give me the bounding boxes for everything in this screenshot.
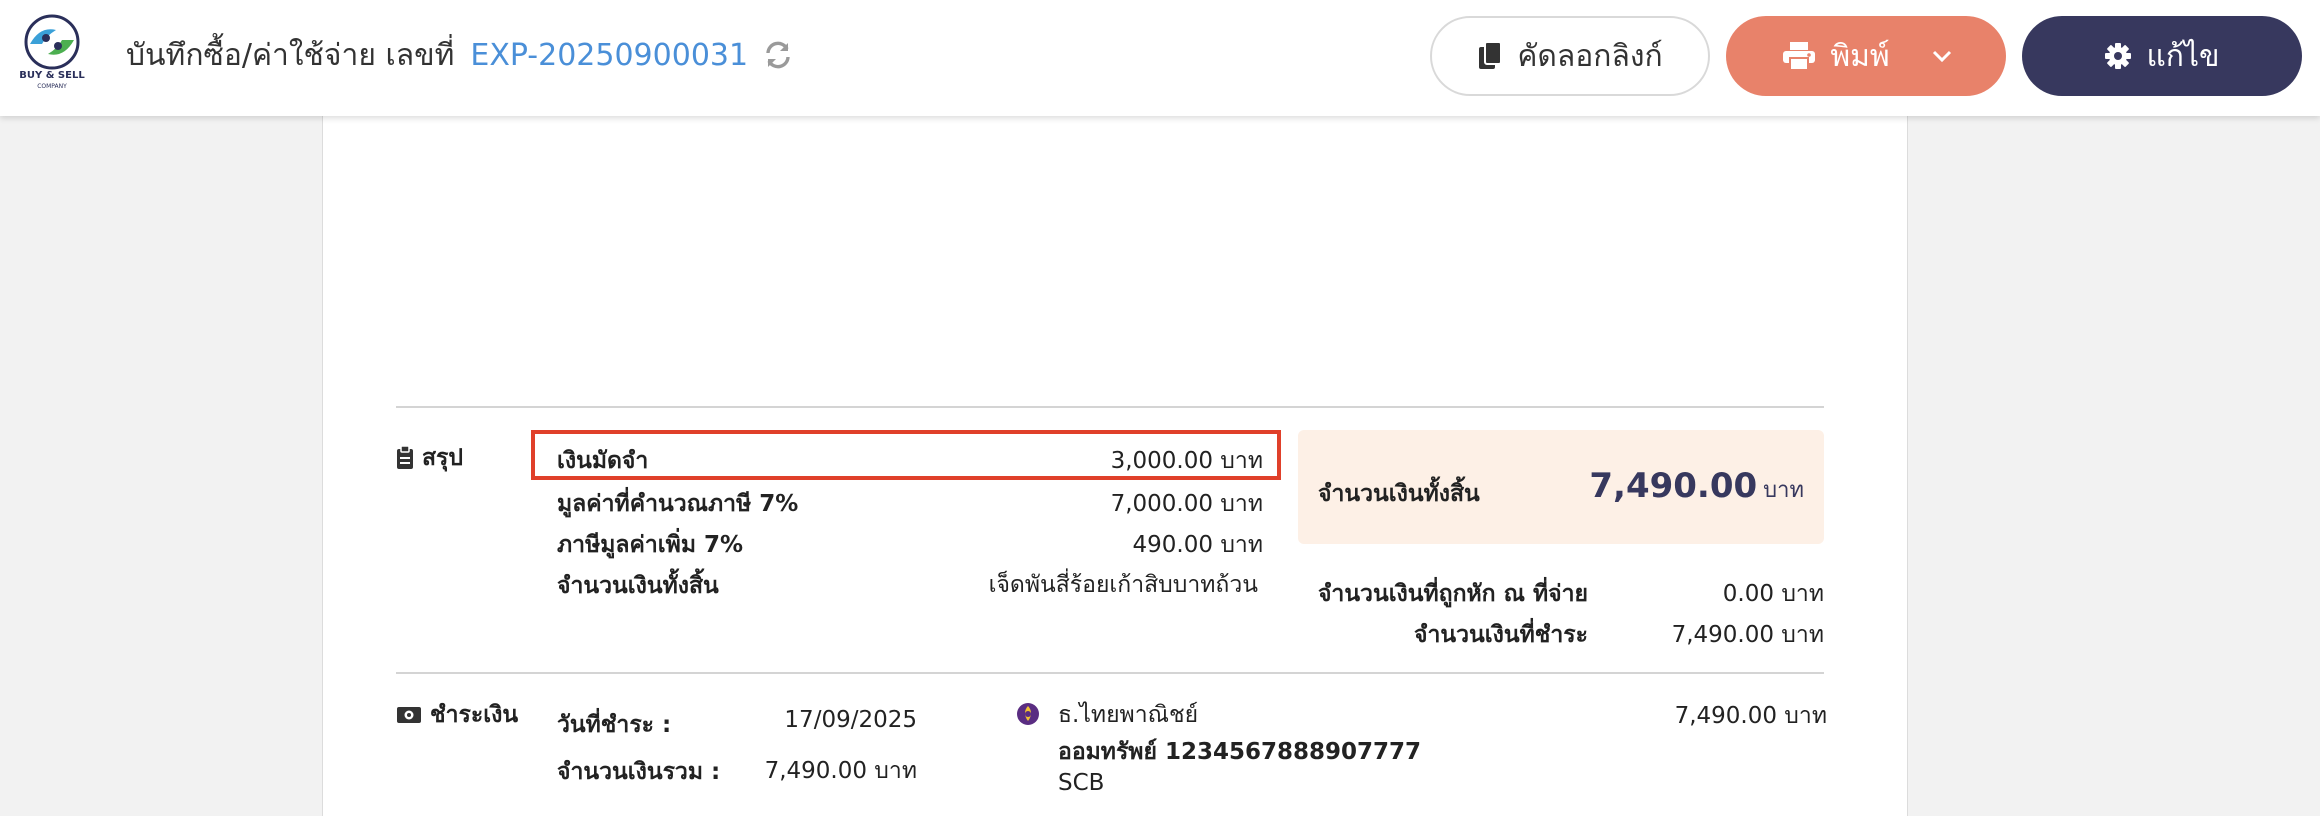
summary-section-header: สรุป <box>396 440 463 476</box>
page-title: บันทึกซื้อ/ค่าใช้จ่าย เลขที่ <box>126 37 455 73</box>
grand-total-label: จำนวนเงินทั้งสิ้น <box>1318 481 1480 507</box>
logo-text: BUY & SELL COMPANY <box>16 70 88 92</box>
logo-mark-icon <box>24 14 80 70</box>
taxable-label: มูลค่าที่คำนวณภาษี 7% <box>557 491 799 517</box>
grand-total-value: 7,490.00 <box>1589 466 1758 506</box>
money-icon <box>397 707 421 723</box>
grand-total-box: จำนวนเงินทั้งสิ้น 7,490.00 บาท <box>1298 430 1824 544</box>
logo-sub: COMPANY <box>37 83 67 90</box>
payment-amount: 7,490.00 บาท <box>1674 703 1827 729</box>
deposit-value: 3,000.00 บาท <box>1110 448 1263 474</box>
company-logo[interactable]: BUY & SELL COMPANY <box>16 14 88 92</box>
divider <box>396 406 1824 408</box>
vat-value: 490.00 บาท <box>1132 532 1263 558</box>
document-number[interactable]: EXP-20250900031 <box>470 38 748 73</box>
page-title-area: บันทึกซื้อ/ค่าใช้จ่าย เลขที่ EXP-2025090… <box>126 32 794 78</box>
printer-icon <box>1783 42 1816 71</box>
refresh-icon[interactable] <box>762 39 794 71</box>
payment-sum-label: จำนวนเงินรวม : <box>557 759 721 785</box>
logo-name: BUY & SELL <box>19 70 85 81</box>
gear-icon <box>2105 43 2132 69</box>
paid-value: 7,490.00 บาท <box>1671 622 1824 648</box>
divider <box>396 672 1824 674</box>
print-button[interactable]: พิมพ์ <box>1726 16 2006 96</box>
chevron-down-icon[interactable] <box>1930 44 1954 68</box>
summary-section-label: สรุป <box>422 445 463 471</box>
total-text-value: เจ็ดพันสี่ร้อยเก้าสิบบาทถ้วน <box>988 572 1258 598</box>
withheld-value: 0.00 บาท <box>1722 581 1824 607</box>
taxable-value: 7,000.00 บาท <box>1110 491 1263 517</box>
payment-date-value: 17/09/2025 <box>784 707 917 733</box>
total-text-label: จำนวนเงินทั้งสิ้น <box>557 573 719 599</box>
withheld-label: จำนวนเงินที่ถูกหัก ณ ที่จ่าย <box>1317 581 1588 607</box>
edit-button[interactable]: แก้ไข <box>2022 16 2302 96</box>
top-bar: BUY & SELL COMPANY บันทึกซื้อ/ค่าใช้จ่าย… <box>0 0 2320 116</box>
copy-link-button[interactable]: คัดลอกลิงก์ <box>1430 16 1710 96</box>
payment-sum-value: 7,490.00 บาท <box>764 758 917 784</box>
bank-name: ธ.ไทยพาณิชย์ <box>1058 702 1199 728</box>
paid-label: จำนวนเงินที่ชำระ <box>1414 622 1588 648</box>
grand-total-amount: 7,490.00 บาท <box>1589 466 1804 507</box>
print-label: พิมพ์ <box>1830 38 1890 74</box>
bank-account: ออมทรัพย์ 1234567888907777 <box>1058 739 1422 765</box>
bank-code: SCB <box>1058 770 1105 796</box>
bank-icon <box>1017 703 1039 725</box>
copy-link-label: คัดลอกลิงก์ <box>1517 38 1663 74</box>
payment-section-label: ชำระเงิน <box>430 702 519 728</box>
copy-icon <box>1479 41 1503 69</box>
deposit-label: เงินมัดจำ <box>557 448 649 474</box>
vat-label: ภาษีมูลค่าเพิ่ม 7% <box>557 532 744 558</box>
clipboard-icon <box>397 446 413 469</box>
payment-section-header: ชำระเงิน <box>396 697 518 733</box>
payment-date-label: วันที่ชำระ : <box>557 712 672 738</box>
grand-total-unit: บาท <box>1763 478 1804 503</box>
edit-label: แก้ไข <box>2146 38 2220 74</box>
